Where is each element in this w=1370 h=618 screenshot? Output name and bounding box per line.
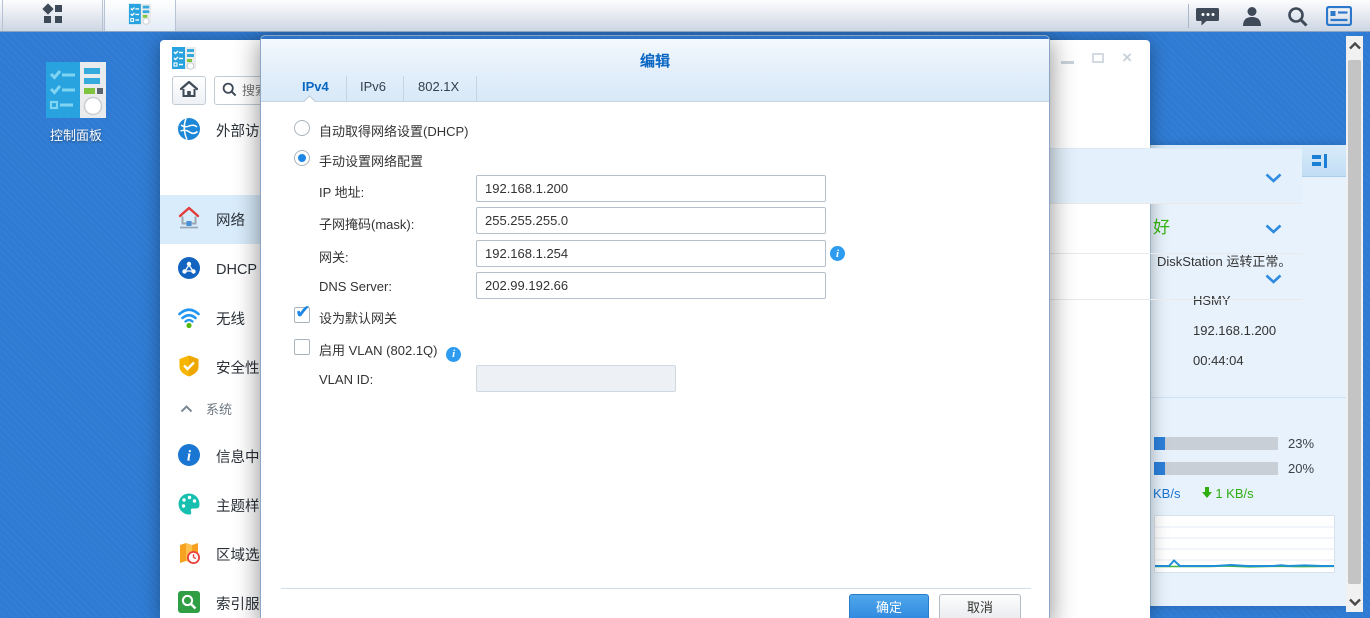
ip-address-label: IP 地址: <box>319 182 364 201</box>
ram-usage-label: 20% <box>1288 461 1314 476</box>
radio-manual-label: 手动设置网络配置 <box>319 151 423 170</box>
palette-icon <box>177 492 201 520</box>
scrollbar-down-icon[interactable] <box>1346 592 1363 612</box>
dns-server-input[interactable] <box>476 272 826 299</box>
window-maximize-icon[interactable] <box>1092 53 1104 63</box>
control-panel-app-icon <box>126 2 154 29</box>
search-icon[interactable] <box>1283 5 1311 27</box>
network-traffic-chart <box>1154 515 1335 573</box>
chevron-up-icon <box>180 401 193 416</box>
chevron-down-icon[interactable] <box>1265 171 1282 186</box>
ip-address-input[interactable] <box>476 175 826 202</box>
wifi-icon <box>177 305 201 333</box>
sidebar-item-label: 安全性 <box>216 357 260 378</box>
vlan-checkbox[interactable]: ✔ <box>294 339 310 355</box>
download-arrow-icon <box>1202 486 1212 501</box>
network-home-icon <box>177 206 201 234</box>
dns-server-label: DNS Server: <box>319 279 392 294</box>
subnet-mask-input[interactable] <box>476 207 826 234</box>
radio-dhcp-label: 自动取得网络设置(DHCP) <box>319 121 469 140</box>
tab-8021x[interactable]: 802.1X <box>401 76 477 101</box>
info-icon[interactable]: i <box>446 347 461 362</box>
main-menu-button[interactable] <box>2 0 103 31</box>
home-icon <box>180 81 198 100</box>
ok-button[interactable]: 确定 <box>849 594 929 618</box>
dhcp-icon <box>177 256 201 284</box>
sidebar-item-label: 无线 <box>216 308 245 329</box>
ram-usage-bar: 20% <box>1154 462 1278 475</box>
scrollbar[interactable] <box>1346 36 1363 612</box>
radio-manual[interactable] <box>294 150 310 166</box>
dialog-footer-divider <box>281 588 1031 589</box>
sidebar-item-label: 网络 <box>216 209 245 230</box>
default-gateway-checkbox[interactable]: ✔ <box>294 307 310 323</box>
globe-icon <box>177 117 201 145</box>
taskbar-control-panel-button[interactable] <box>104 0 176 31</box>
dialog-title: 编辑 <box>261 50 1049 71</box>
network-speeds: KB/s 1 KB/s <box>1153 486 1254 501</box>
gateway-input[interactable] <box>476 240 826 267</box>
desktop: 好 DiskStation 运转正常。 HSMY 192.168.1.200 0… <box>0 0 1370 618</box>
cancel-button[interactable]: 取消 <box>939 594 1021 618</box>
desktop-icon-label: 控制面板 <box>28 125 124 144</box>
taskbar-divider <box>1188 4 1189 28</box>
radio-dhcp[interactable] <box>294 120 310 136</box>
vlan-id-label: VLAN ID: <box>319 372 373 387</box>
home-button[interactable] <box>172 76 206 105</box>
sidebar-section-label: 系统 <box>206 399 232 418</box>
vlan-checkbox-label: 启用 VLAN (802.1Q) i <box>319 340 461 362</box>
cpu-usage-label: 23% <box>1288 436 1314 451</box>
index-search-icon <box>177 590 201 618</box>
window-controls: × <box>1061 52 1132 64</box>
window-close-icon[interactable]: × <box>1122 52 1132 64</box>
info-icon[interactable]: i <box>830 246 845 261</box>
chevron-down-icon[interactable] <box>1265 222 1282 237</box>
tab-ipv4[interactable]: IPv4 <box>285 76 347 101</box>
edit-dialog: 编辑 IPv4 IPv6 802.1X 自动取得网络设置(DHCP) 手动设置网… <box>260 35 1050 618</box>
desktop-icon-control-panel[interactable]: 控制面板 <box>28 62 124 140</box>
chevron-down-icon[interactable] <box>1265 272 1282 287</box>
download-speed-label: 1 KB/s <box>1215 486 1253 501</box>
default-gateway-label: 设为默认网关 <box>319 308 397 327</box>
widgets-icon[interactable] <box>1325 5 1353 27</box>
widget-panel-icon[interactable] <box>1312 154 1328 171</box>
subnet-mask-label: 子网掩码(mask): <box>319 214 414 233</box>
upload-speed-label: KB/s <box>1153 486 1180 501</box>
shield-icon <box>177 354 201 382</box>
cpu-usage-bar: 23% <box>1154 437 1278 450</box>
scrollbar-up-icon[interactable] <box>1346 36 1363 56</box>
tab-ipv6[interactable]: IPv6 <box>343 76 404 101</box>
gateway-label: 网关: <box>319 247 349 266</box>
control-panel-app-icon <box>172 45 196 74</box>
vlan-id-input <box>476 365 676 392</box>
chat-icon[interactable] <box>1194 5 1222 27</box>
user-icon[interactable] <box>1238 5 1266 27</box>
uptime-value: 00:44:04 <box>1193 353 1244 368</box>
server-ip-value: 192.168.1.200 <box>1193 323 1276 338</box>
main-menu-icon <box>42 3 64 28</box>
widget-divider <box>1151 397 1347 398</box>
scrollbar-thumb[interactable] <box>1348 60 1361 584</box>
search-icon <box>222 82 237 100</box>
info-circle-icon: i <box>177 443 201 471</box>
window-minimize-icon[interactable] <box>1061 61 1074 64</box>
taskbar <box>0 0 1370 32</box>
regional-map-icon <box>177 541 201 569</box>
control-panel-app-icon <box>44 106 108 121</box>
